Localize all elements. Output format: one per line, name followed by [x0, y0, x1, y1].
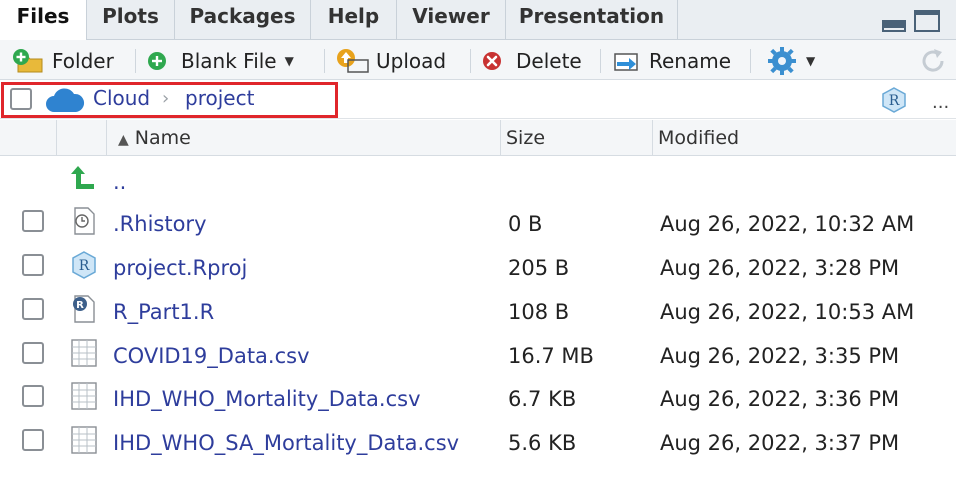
file-size: 16.7 MB — [508, 344, 594, 368]
toolbar-divider — [324, 49, 325, 73]
file-size: 0 B — [508, 212, 543, 236]
tab-files[interactable]: Files — [0, 0, 87, 41]
file-name-link[interactable]: .Rhistory — [113, 212, 207, 236]
toolbar-divider — [135, 49, 136, 73]
file-size: 108 B — [508, 300, 570, 324]
parent-directory-link[interactable]: .. — [113, 170, 126, 194]
refresh-icon — [922, 49, 944, 72]
table-row[interactable]: COVID19_Data.csv 16.7 MB Aug 26, 2022, 3… — [0, 334, 956, 378]
header-icon-column — [56, 120, 106, 156]
tab-packages[interactable]: Packages — [175, 0, 311, 40]
row-checkbox[interactable] — [22, 385, 44, 407]
csv-file-icon — [71, 426, 97, 454]
tab-presentation[interactable]: Presentation — [506, 0, 678, 40]
blank-file-button[interactable]: Blank File ▼ — [147, 47, 294, 75]
blank-file-label: Blank File — [181, 49, 277, 73]
file-name-link[interactable]: COVID19_Data.csv — [113, 344, 310, 368]
file-size: 5.6 KB — [508, 431, 577, 455]
file-modified: Aug 26, 2022, 10:53 AM — [660, 300, 915, 324]
new-folder-label: Folder — [52, 49, 114, 73]
file-size: 6.7 KB — [508, 387, 577, 411]
file-name-link[interactable]: project.Rproj — [113, 256, 247, 280]
tab-viewer[interactable]: Viewer — [397, 0, 506, 40]
rproj-file-icon: R — [72, 251, 96, 279]
tab-help[interactable]: Help — [311, 0, 397, 40]
csv-file-icon — [71, 382, 97, 410]
svg-text:R: R — [889, 93, 900, 109]
highlight-annotation-box — [1, 82, 338, 118]
svg-text:R: R — [76, 300, 84, 311]
history-file-icon — [74, 207, 95, 235]
file-size: 205 B — [508, 256, 570, 280]
table-row[interactable]: IHD_WHO_Mortality_Data.csv 6.7 KB Aug 26… — [0, 377, 956, 421]
file-modified: Aug 26, 2022, 3:28 PM — [660, 256, 900, 280]
rename-button[interactable]: Rename — [613, 47, 731, 75]
header-size[interactable]: Size — [500, 120, 652, 156]
file-modified: Aug 26, 2022, 3:35 PM — [660, 344, 900, 368]
more-options-button[interactable]: ▼ — [766, 47, 815, 75]
file-modified: Aug 26, 2022, 10:32 AM — [660, 212, 915, 236]
refresh-button[interactable] — [918, 47, 948, 75]
row-checkbox[interactable] — [22, 254, 44, 276]
maximize-pane-icon[interactable] — [914, 10, 940, 32]
delete-button[interactable]: Delete — [482, 47, 582, 75]
chevron-down-icon: ▼ — [284, 54, 294, 68]
toolbar-divider — [600, 49, 601, 73]
upload-label: Upload — [376, 49, 447, 73]
toolbar-divider — [750, 49, 751, 73]
upload-icon — [337, 49, 369, 73]
rename-label: Rename — [649, 49, 732, 73]
files-toolbar: Folder Blank File ▼ Upload Delete Rename… — [0, 40, 956, 80]
header-name[interactable]: ▲ Name — [106, 120, 500, 156]
row-checkbox[interactable] — [22, 342, 44, 364]
new-folder-icon — [13, 49, 43, 73]
header-modified[interactable]: Modified — [652, 120, 956, 156]
more-path-options[interactable]: ... — [932, 92, 949, 113]
delete-icon — [483, 52, 501, 70]
file-name-link[interactable]: R_Part1.R — [113, 300, 214, 324]
table-row[interactable]: .Rhistory 0 B Aug 26, 2022, 10:32 AM — [0, 202, 956, 246]
table-row[interactable]: IHD_WHO_SA_Mortality_Data.csv 5.6 KB Aug… — [0, 421, 956, 465]
delete-label: Delete — [516, 49, 582, 73]
file-name-link[interactable]: IHD_WHO_Mortality_Data.csv — [113, 387, 421, 411]
row-checkbox[interactable] — [22, 429, 44, 451]
upload-button[interactable]: Upload — [336, 47, 446, 75]
new-folder-button[interactable]: Folder — [12, 47, 114, 75]
file-table-header: ▲ Name Size Modified — [0, 120, 956, 156]
file-modified: Aug 26, 2022, 3:37 PM — [660, 431, 900, 455]
go-up-arrow-icon — [71, 166, 94, 189]
minimize-pane-icon[interactable] — [882, 20, 906, 32]
r-script-file-icon: R — [73, 295, 95, 323]
gear-icon — [768, 47, 796, 75]
rproj-icon[interactable]: R — [880, 86, 908, 114]
row-checkbox[interactable] — [22, 298, 44, 320]
file-name-link[interactable]: IHD_WHO_SA_Mortality_Data.csv — [113, 431, 459, 455]
rename-icon — [614, 53, 638, 71]
row-checkbox[interactable] — [22, 210, 44, 232]
sort-ascending-icon: ▲ — [118, 132, 129, 148]
csv-file-icon — [71, 339, 97, 367]
tab-plots[interactable]: Plots — [87, 0, 175, 40]
toolbar-divider — [470, 49, 471, 73]
header-name-label: Name — [134, 127, 191, 149]
pane-tab-bar: Files Plots Packages Help Viewer Present… — [0, 0, 956, 41]
svg-text:R: R — [79, 258, 90, 274]
parent-directory-row[interactable]: .. — [0, 158, 956, 202]
table-row[interactable]: R project.Rproj 205 B Aug 26, 2022, 3:28… — [0, 246, 956, 290]
table-row[interactable]: R R_Part1.R 108 B Aug 26, 2022, 10:53 AM — [0, 290, 956, 334]
file-modified: Aug 26, 2022, 3:36 PM — [660, 387, 900, 411]
chevron-down-icon: ▼ — [806, 54, 816, 68]
add-file-icon — [148, 52, 166, 70]
